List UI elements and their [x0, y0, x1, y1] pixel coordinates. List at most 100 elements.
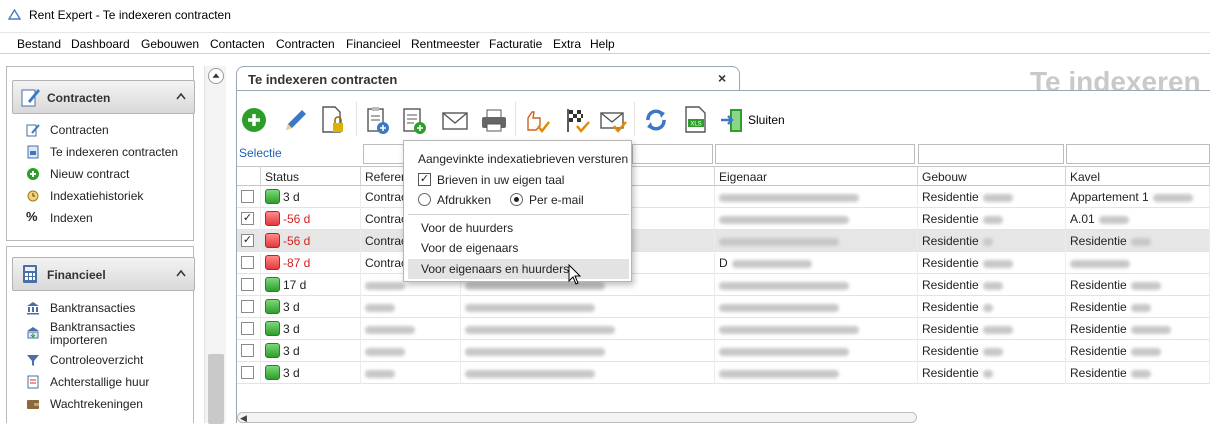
own-language-label[interactable]: Brieven in uw eigen taal	[437, 173, 564, 187]
menu-item-voor-eigenaars-en-huurders[interactable]: Voor eigenaars en huurders	[421, 262, 569, 276]
status-ok-icon	[265, 343, 280, 358]
scroll-thumb[interactable]	[208, 354, 224, 424]
menu-help[interactable]: Help	[590, 37, 615, 51]
mail-icon[interactable]	[441, 104, 469, 136]
lock-document-icon[interactable]	[319, 104, 347, 136]
add-icon[interactable]	[240, 104, 268, 136]
filter-field-huurder[interactable]	[632, 144, 713, 164]
ref-cell	[361, 318, 461, 340]
table-row[interactable]: 3 d Contrac Residentie Appartement 1	[237, 186, 1210, 208]
scroll-left-icon[interactable]: ◀	[240, 413, 247, 424]
redacted-text	[719, 237, 839, 246]
row-checkbox[interactable]	[241, 256, 254, 269]
table-row[interactable]: 3 d Residentie Residentie	[237, 318, 1210, 340]
status-ok-icon	[265, 277, 280, 292]
tab-close-button[interactable]: ×	[718, 70, 726, 86]
filter-field-kavel[interactable]	[1066, 144, 1210, 164]
left-scrollbar[interactable]	[204, 66, 226, 424]
redacted-text	[719, 281, 849, 290]
print-label[interactable]: Afdrukken	[437, 193, 491, 207]
filter-field-eigenaar[interactable]	[715, 144, 915, 164]
table-row[interactable]: 3 d Residentie Residentie	[237, 362, 1210, 384]
building-cell: Residentie	[918, 318, 1066, 340]
building-cell: Residentie	[918, 208, 1066, 230]
status-days: 3 d	[283, 344, 300, 358]
column-header-kavel[interactable]: Kavel	[1066, 166, 1210, 186]
email-radio[interactable]	[510, 193, 523, 206]
row-checkbox[interactable]: ✓	[241, 234, 254, 247]
print-icon[interactable]	[480, 104, 508, 136]
table-row[interactable]: -87 d Contrac D Residentie	[237, 252, 1210, 274]
menu-bestand[interactable]: Bestand	[17, 37, 61, 51]
index-doc-icon	[27, 145, 39, 159]
financieel-header[interactable]: Financieel	[12, 257, 195, 291]
close-label[interactable]: Sluiten	[748, 113, 785, 127]
mouse-cursor-icon	[568, 264, 582, 285]
sidebar-item-label: Controleoverzicht	[50, 353, 144, 367]
clipboard-index-icon[interactable]	[363, 104, 391, 136]
redacted-text	[719, 193, 859, 202]
mail-check-icon[interactable]	[599, 104, 627, 136]
owner-cell	[715, 274, 918, 296]
owner-text: D	[719, 256, 728, 270]
row-checkbox[interactable]	[241, 322, 254, 335]
status-cell: 3 d	[261, 318, 361, 340]
status-cell: -87 d	[261, 252, 361, 274]
table-row[interactable]: 3 d Residentie Residentie	[237, 296, 1210, 318]
row-checkbox[interactable]	[241, 344, 254, 357]
building-text: Residentie	[922, 190, 979, 204]
column-header-select[interactable]	[237, 166, 261, 186]
redacted-text	[719, 215, 849, 224]
row-checkbox[interactable]	[241, 278, 254, 291]
menu-contacten[interactable]: Contacten	[210, 37, 265, 51]
redacted-text	[982, 347, 1003, 356]
filter-field-gebouw[interactable]	[918, 144, 1064, 164]
row-select-cell	[237, 296, 261, 318]
scroll-up-button[interactable]	[208, 68, 224, 84]
table-row[interactable]: ✓-56 dContracnans IrisResidentieResident…	[237, 230, 1210, 252]
contracten-header[interactable]: Contracten	[12, 80, 195, 114]
menu-extra[interactable]: Extra	[553, 37, 581, 51]
own-language-checkbox[interactable]: ✓	[418, 173, 431, 186]
filter-field-referentie[interactable]	[363, 144, 404, 164]
menu-dashboard[interactable]: Dashboard	[71, 37, 130, 51]
menu-contracten[interactable]: Contracten	[276, 37, 335, 51]
hand-check-icon[interactable]	[522, 104, 550, 136]
excel-export-icon[interactable]: XLS	[681, 104, 709, 136]
title-bar: Rent Expert - Te indexeren contracten	[0, 0, 1210, 30]
horizontal-scrollbar[interactable]: ◀	[237, 412, 917, 423]
menu-rentmeester[interactable]: Rentmeester	[411, 37, 480, 51]
email-label[interactable]: Per e-mail	[529, 193, 584, 207]
sidebar-item-label: Indexen	[50, 211, 93, 225]
funnel-icon	[27, 355, 39, 366]
column-header-status[interactable]: Status	[261, 166, 361, 186]
owner-cell	[715, 296, 918, 318]
document-tab[interactable]: Te indexeren contracten ×	[236, 66, 740, 91]
row-checkbox[interactable]	[241, 190, 254, 203]
edit-pencil-icon[interactable]	[281, 104, 309, 136]
table-row[interactable]: 17 d Residentie Residentie	[237, 274, 1210, 296]
menu-item-voor-de-huurders[interactable]: Voor de huurders	[421, 221, 513, 235]
menu-item-voor-de-eigenaars[interactable]: Voor de eigenaars	[421, 241, 518, 255]
status-ok-icon	[265, 321, 280, 336]
menu-financieel[interactable]: Financieel	[346, 37, 401, 51]
row-checkbox[interactable]	[241, 300, 254, 313]
exit-door-icon[interactable]	[718, 104, 746, 136]
tenant-cell	[461, 340, 715, 362]
row-checkbox[interactable]	[241, 366, 254, 379]
table-row[interactable]: ✓ -56 d Contrac Residentie A.01	[237, 208, 1210, 230]
finish-flag-check-icon[interactable]	[563, 104, 591, 136]
print-radio[interactable]	[418, 193, 431, 206]
clipboard-add-icon[interactable]	[400, 104, 428, 136]
selectie-link[interactable]: Selectie	[239, 146, 282, 160]
ref-text: Contrac	[365, 190, 408, 204]
menu-facturatie[interactable]: Facturatie	[489, 37, 542, 51]
row-checkbox[interactable]: ✓	[241, 212, 254, 225]
table-row[interactable]: 3 d Residentie Residentie	[237, 340, 1210, 362]
redacted-text	[719, 303, 839, 312]
column-header-eigenaar[interactable]: Eigenaar	[715, 166, 918, 186]
refresh-icon[interactable]	[642, 104, 670, 136]
ref-text: Contrac	[365, 256, 408, 270]
column-header-gebouw[interactable]: Gebouw	[918, 166, 1066, 186]
menu-gebouwen[interactable]: Gebouwen	[141, 37, 199, 51]
